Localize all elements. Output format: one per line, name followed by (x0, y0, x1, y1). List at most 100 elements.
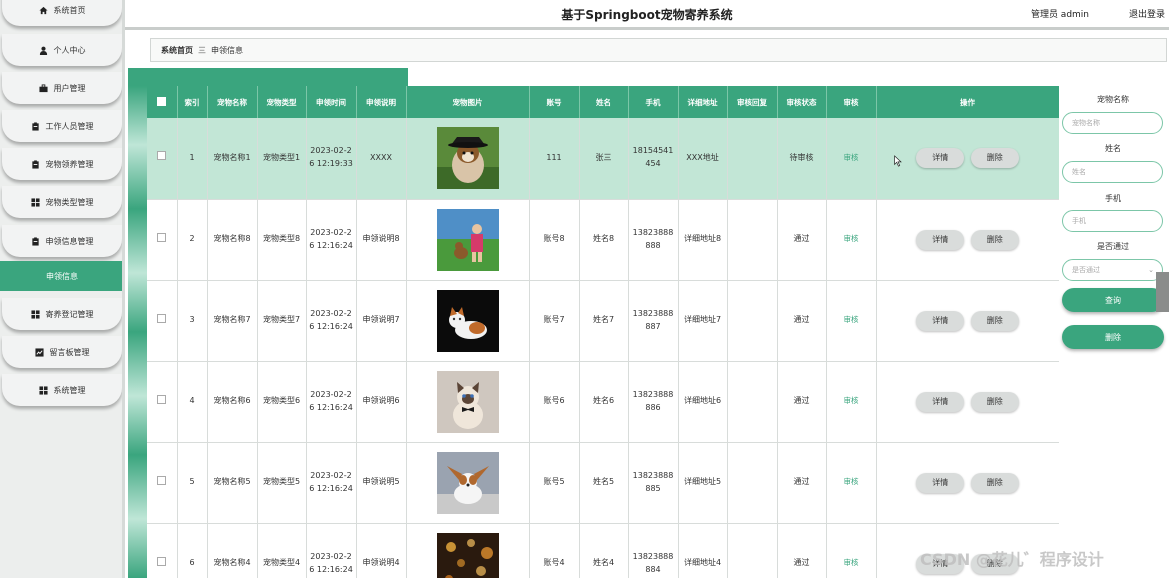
sidebar-item-home[interactable]: 系统首页 (2, 0, 122, 26)
cell-claim-desc: XXXX (356, 118, 407, 200)
user-role: 管理员 admin (1030, 10, 1089, 20)
batch-delete-button[interactable]: 删除 (1062, 325, 1164, 349)
delete-button[interactable]: 删除 (970, 148, 1019, 169)
sidebar-item-message-board[interactable]: 留言板管理 (2, 336, 122, 368)
sidebar-item-adoption-management[interactable]: 宠物领养管理 (2, 148, 122, 180)
delete-button[interactable]: 删除 (970, 310, 1019, 331)
detail-button[interactable]: 详情 (916, 472, 965, 493)
sidebar-item-personal-center[interactable]: 个人中心 (2, 34, 122, 66)
cell-claim-time: 2023-02-26 12:16:24 (306, 442, 357, 524)
breadcrumb-home[interactable]: 系统首页 (161, 45, 193, 56)
cell-audit: 审核 (826, 361, 877, 443)
delete-button[interactable]: 删除 (970, 391, 1019, 412)
detail-button[interactable]: 详情 (916, 148, 965, 169)
cell-person-name: 姓名5 (579, 442, 629, 524)
audit-link[interactable]: 审核 (844, 396, 859, 405)
col-header-claim-time: 申领时间 (306, 86, 357, 118)
sidebar: 系统首页 个人中心 用户管理 工作人员管理 宠物领养管理 宠物类型管理 申领信息… (0, 0, 124, 578)
pet-photo (436, 370, 499, 433)
audit-link[interactable]: 审核 (844, 558, 859, 567)
audit-link[interactable]: 审核 (844, 234, 859, 243)
col-header-pet-type: 宠物类型 (257, 86, 307, 118)
sidebar-item-boarding-management[interactable]: 寄养登记管理 (2, 298, 122, 330)
sidebar-item-label: 申领信息管理 (45, 236, 94, 246)
audit-link[interactable]: 审核 (844, 153, 859, 162)
row-checkbox[interactable] (147, 280, 178, 362)
cell-audit: 审核 (826, 118, 877, 200)
pet-photo (436, 208, 499, 271)
detail-button[interactable]: 详情 (916, 229, 965, 250)
cell-actions: 详情 删除 (876, 280, 1059, 362)
cell-index: 5 (177, 442, 208, 524)
cell-index: 6 (177, 523, 208, 578)
sidebar-item-pet-type-management[interactable]: 宠物类型管理 (2, 186, 122, 218)
approved-select[interactable]: 是否通过 ⌄ (1062, 259, 1163, 281)
sidebar-item-label: 申领信息 (46, 271, 78, 281)
row-checkbox[interactable] (147, 442, 178, 524)
pet-name-input[interactable]: 宠物名称 (1062, 112, 1163, 134)
table-row: 5 宠物名称5 宠物类型5 2023-02-26 12:16:24 申领说明5 … (147, 442, 1059, 524)
cell-audit: 审核 (826, 199, 877, 281)
search-panel: 宠物名称 宠物名称 姓名 姓名 手机 手机 是否通过 是否通过 ⌄ 查询 删除 (1059, 86, 1169, 386)
sidebar-item-system-management[interactable]: 系统管理 (2, 374, 122, 406)
cell-pet-name: 宠物名称7 (207, 280, 258, 362)
col-header-pet-name: 宠物名称 (207, 86, 258, 118)
header: 基于Springboot宠物寄养系统 管理员 admin 退出登录 (125, 0, 1169, 30)
cell-person-name: 姓名4 (579, 523, 629, 578)
row-checkbox[interactable] (147, 199, 178, 281)
cell-claim-time: 2023-02-26 12:19:33 (306, 118, 357, 200)
person-icon (39, 46, 48, 55)
side-scroll-tab[interactable] (1156, 272, 1169, 312)
cell-pet-type: 宠物类型7 (257, 280, 307, 362)
person-name-input[interactable]: 姓名 (1062, 161, 1163, 183)
cell-phone: 13823888884 (628, 523, 679, 578)
sidebar-item-user-management[interactable]: 用户管理 (2, 72, 122, 104)
cell-actions: 详情 删除 (876, 361, 1059, 443)
audit-link[interactable]: 审核 (844, 315, 859, 324)
delete-button[interactable]: 删除 (970, 472, 1019, 493)
sidebar-item-staff-management[interactable]: 工作人员管理 (2, 110, 122, 142)
grid-icon (38, 385, 48, 395)
chevron-down-icon: ⌄ (1148, 266, 1154, 274)
cell-actions: 详情 删除 (876, 118, 1059, 200)
pet-photo (436, 451, 499, 514)
cell-index: 3 (177, 280, 208, 362)
cell-pet-name: 宠物名称1 (207, 118, 258, 200)
delete-button[interactable]: 删除 (970, 229, 1019, 250)
cell-index: 2 (177, 199, 208, 281)
cell-reply (727, 199, 778, 281)
cell-account: 账号4 (529, 523, 580, 578)
cell-address: 详细地址4 (678, 523, 728, 578)
phone-input[interactable]: 手机 (1062, 210, 1163, 232)
query-button[interactable]: 查询 (1062, 288, 1164, 312)
pet-photo (436, 289, 499, 352)
sidebar-item-label: 个人中心 (53, 45, 86, 55)
table-row: 4 宠物名称6 宠物类型6 2023-02-26 12:16:24 申领说明6 … (147, 361, 1059, 443)
cell-account: 账号6 (529, 361, 580, 443)
cell-pet-type: 宠物类型6 (257, 361, 307, 443)
sidebar-item-label: 寄养登记管理 (45, 309, 94, 319)
row-checkbox[interactable] (147, 118, 178, 200)
sidebar-item-label: 留言板管理 (49, 347, 90, 357)
table-row: 1 宠物名称1 宠物类型1 2023-02-26 12:19:33 XXXX 1… (147, 118, 1059, 200)
cell-address: 详细地址7 (678, 280, 728, 362)
sidebar-item-claim-info[interactable]: 申领信息 (0, 261, 124, 291)
cell-person-name: 姓名7 (579, 280, 629, 362)
row-checkbox[interactable] (147, 523, 178, 578)
cell-pet-image (406, 442, 530, 524)
sidebar-divider (122, 0, 125, 578)
cell-status: 通过 (777, 280, 827, 362)
sidebar-item-claim-management[interactable]: 申领信息管理 (2, 225, 122, 257)
cell-pet-name: 宠物名称5 (207, 442, 258, 524)
cell-phone: 18154541454 (628, 118, 679, 200)
audit-link[interactable]: 审核 (844, 477, 859, 486)
col-header-reply: 审核回复 (727, 86, 778, 118)
cell-pet-type: 宠物类型5 (257, 442, 307, 524)
detail-button[interactable]: 详情 (916, 310, 965, 331)
row-checkbox[interactable] (147, 361, 178, 443)
cell-actions: 详情 删除 (876, 199, 1059, 281)
phone-label: 手机 (1105, 194, 1121, 203)
logout-link[interactable]: 退出登录 (1129, 7, 1165, 20)
select-all-checkbox[interactable] (147, 86, 178, 118)
detail-button[interactable]: 详情 (916, 391, 965, 412)
